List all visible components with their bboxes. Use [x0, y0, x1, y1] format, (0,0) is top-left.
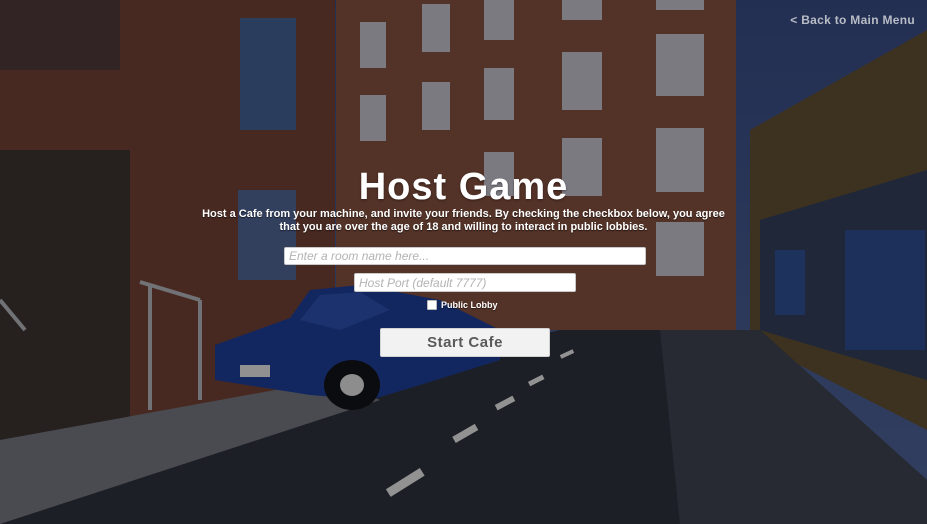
- back-to-main-menu-link[interactable]: < Back to Main Menu: [790, 13, 915, 27]
- public-lobby-option[interactable]: Public Lobby: [427, 299, 498, 311]
- page-title: Host Game: [358, 166, 569, 208]
- host-game-panel: < Back to Main Menu Host Game Host a Caf…: [0, 0, 927, 524]
- public-lobby-label: Public Lobby: [441, 300, 498, 310]
- room-name-input[interactable]: [284, 247, 646, 265]
- public-lobby-checkbox[interactable]: [427, 300, 437, 310]
- start-cafe-button[interactable]: Start Cafe: [380, 328, 550, 357]
- start-cafe-label: Start Cafe: [427, 334, 503, 351]
- host-port-input[interactable]: [354, 273, 576, 292]
- host-description: Host a Cafe from your machine, and invit…: [202, 208, 725, 233]
